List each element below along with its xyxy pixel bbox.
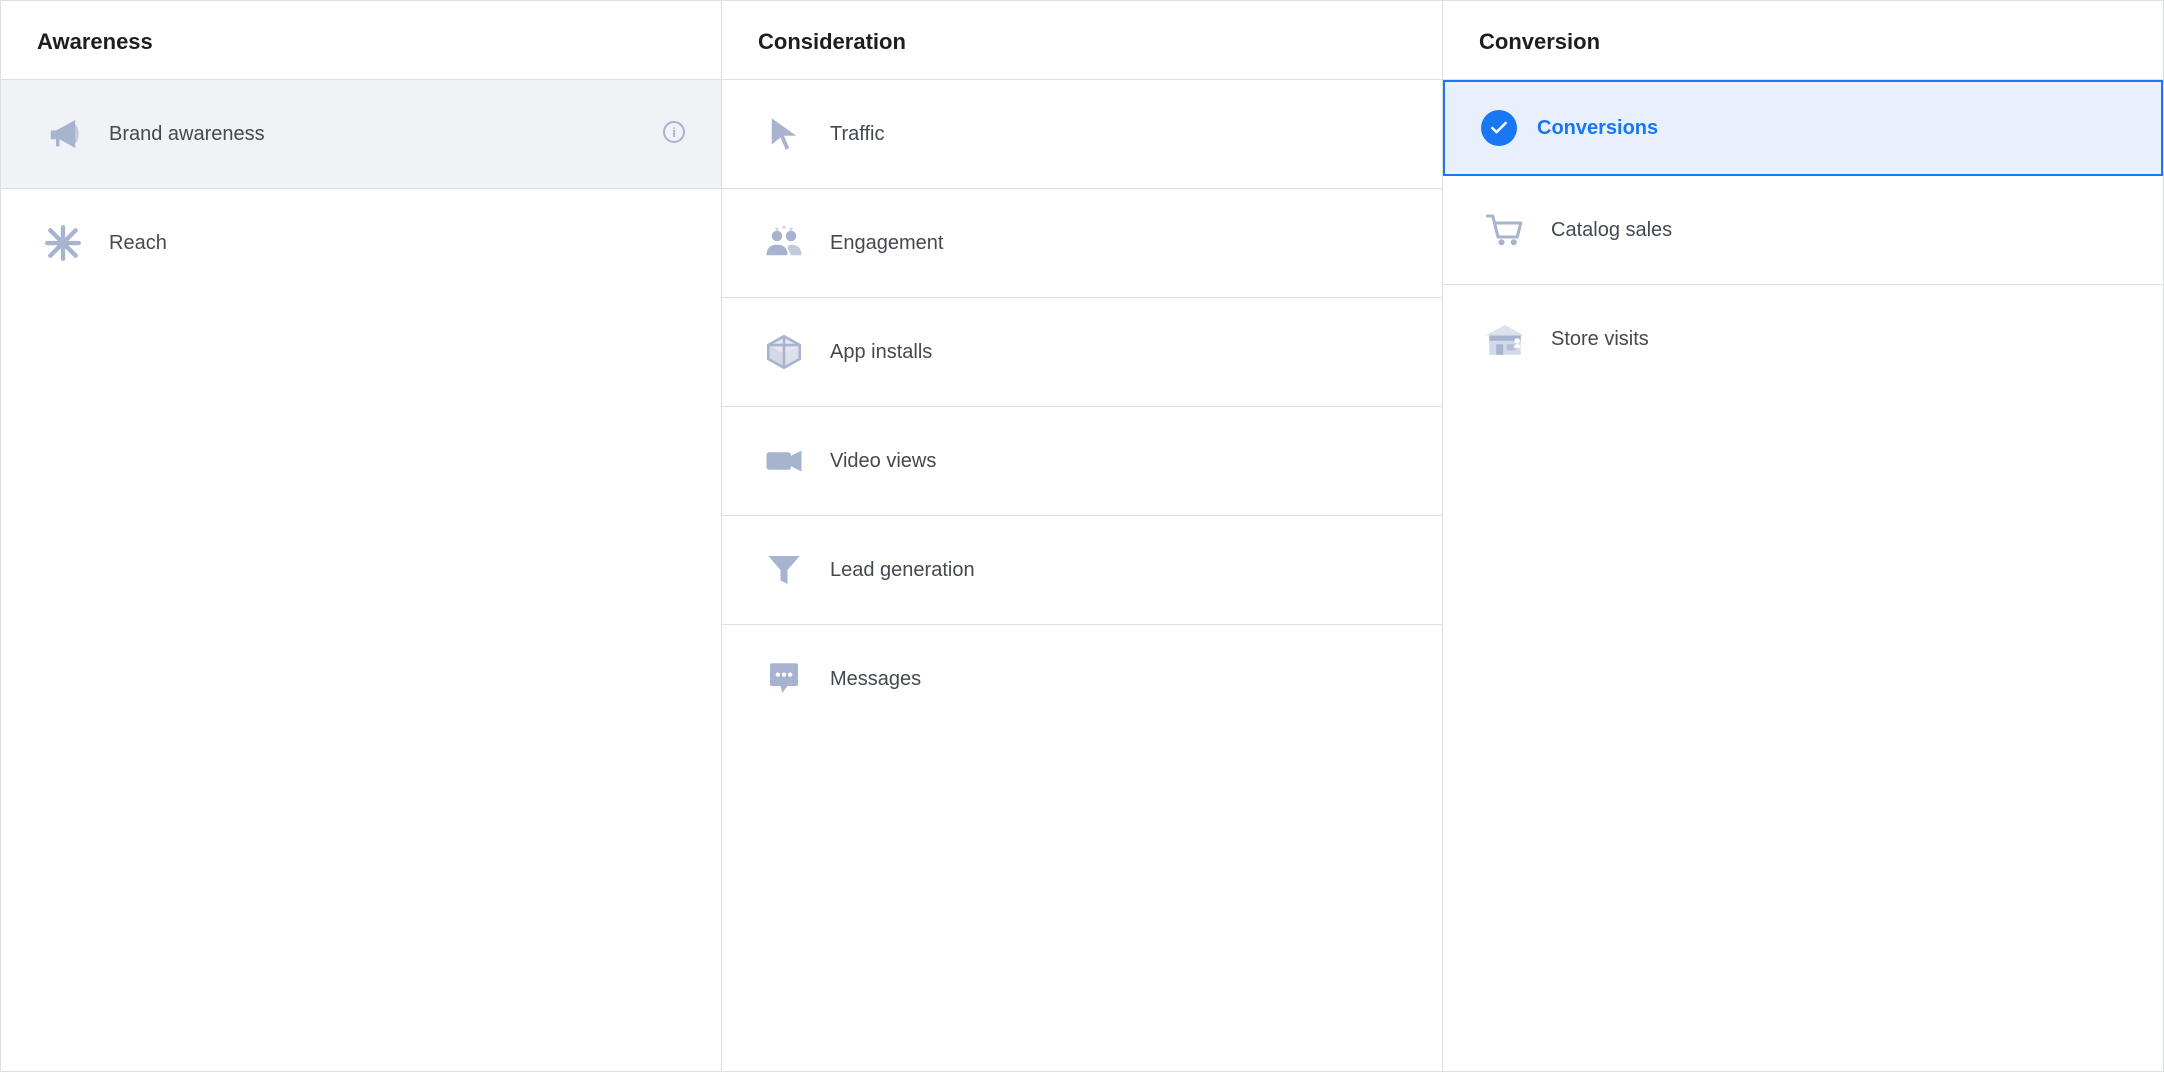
conversion-header: Conversion (1443, 1, 2163, 80)
catalog-sales-label: Catalog sales (1551, 219, 1672, 242)
video-views-label: Video views (830, 450, 936, 473)
messages-label: Messages (830, 668, 921, 691)
app-installs-item[interactable]: App installs (722, 298, 1442, 407)
brand-awareness-item[interactable]: Brand awareness i (1, 80, 721, 189)
check-circle-icon (1481, 110, 1517, 146)
traffic-label: Traffic (830, 123, 884, 146)
consideration-header: Consideration (722, 1, 1442, 80)
awareness-title: Awareness (37, 29, 685, 55)
svg-text:i: i (672, 125, 676, 140)
messages-item[interactable]: Messages (722, 625, 1442, 733)
store-visits-label: Store visits (1551, 328, 1649, 351)
megaphone-icon (37, 108, 89, 160)
cursor-icon (758, 108, 810, 160)
chat-icon (758, 653, 810, 705)
reach-label: Reach (109, 232, 167, 255)
traffic-item[interactable]: Traffic (722, 80, 1442, 189)
video-views-item[interactable]: Video views (722, 407, 1442, 516)
consideration-column: Consideration Traffic (722, 1, 1443, 1071)
store-icon (1479, 313, 1531, 365)
reach-item[interactable]: Reach (1, 189, 721, 297)
funnel-icon (758, 544, 810, 596)
engagement-label: Engagement (830, 232, 943, 255)
brand-awareness-label: Brand awareness (109, 123, 265, 146)
people-icon (758, 217, 810, 269)
info-icon[interactable]: i (663, 121, 685, 148)
catalog-sales-item[interactable]: Catalog sales (1443, 176, 2163, 285)
campaign-objective-selector: Awareness Brand awareness i (0, 0, 2164, 1072)
consideration-title: Consideration (758, 29, 1406, 55)
conversions-item[interactable]: Conversions (1443, 80, 2163, 176)
lead-generation-label: Lead generation (830, 559, 975, 582)
awareness-column: Awareness Brand awareness i (1, 1, 722, 1071)
lead-generation-item[interactable]: Lead generation (722, 516, 1442, 625)
asterisk-icon (37, 217, 89, 269)
conversions-label: Conversions (1537, 117, 1658, 140)
conversion-column: Conversion Conversions Catalog sales (1443, 1, 2163, 1071)
awareness-header: Awareness (1, 1, 721, 80)
cube-icon (758, 326, 810, 378)
app-installs-label: App installs (830, 341, 932, 364)
cart-icon (1479, 204, 1531, 256)
video-icon (758, 435, 810, 487)
conversion-title: Conversion (1479, 29, 2127, 55)
engagement-item[interactable]: Engagement (722, 189, 1442, 298)
store-visits-item[interactable]: Store visits (1443, 285, 2163, 393)
